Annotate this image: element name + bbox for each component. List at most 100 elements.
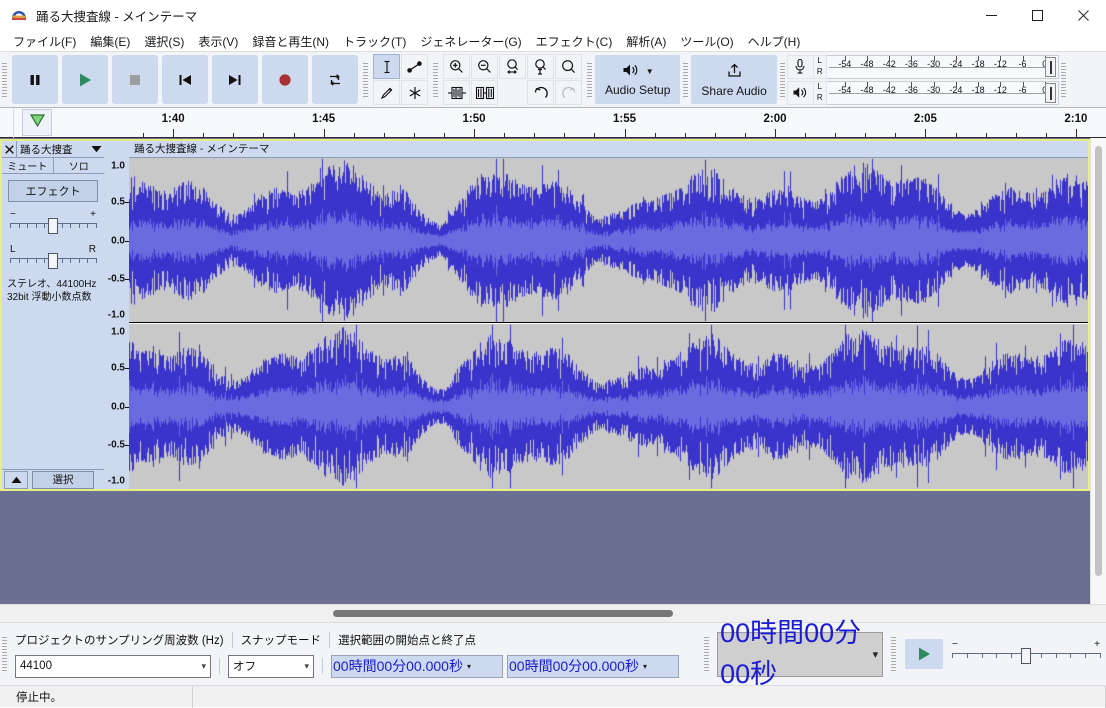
vertical-ruler[interactable]: 1.0 0.5 0.0 -0.5 -1.0 1.0 0.5 0.0 -0.5 -1.0 <box>104 141 129 489</box>
menu-view[interactable]: 表示(V) <box>191 32 245 51</box>
menu-bar: ファイル(F) 編集(E) 選択(S) 表示(V) 録音と再生(N) トラック(… <box>0 32 1106 51</box>
horizontal-scrollbar[interactable] <box>0 604 1106 622</box>
undo-button[interactable] <box>527 80 554 105</box>
selection-tool[interactable] <box>373 54 400 79</box>
menu-analyze[interactable]: 解析(A) <box>619 32 673 51</box>
trim-outside-selection-button[interactable] <box>443 80 470 105</box>
play-speed-toolbar-grip[interactable] <box>889 623 898 685</box>
pan-slider[interactable]: L R <box>10 244 97 272</box>
effects-button[interactable]: エフェクト <box>8 180 98 202</box>
collapse-up-icon[interactable] <box>4 470 28 489</box>
speaker-icon <box>622 62 641 81</box>
play-meter-channels: L R <box>813 80 827 105</box>
mute-button[interactable]: ミュート <box>2 158 54 173</box>
audio-position-display[interactable]: 00時間00分00秒 ▾ <box>717 618 883 689</box>
zoom-in-button[interactable] <box>443 54 470 79</box>
menu-tools[interactable]: ツール(O) <box>673 32 740 51</box>
meter-toolbar-grip[interactable] <box>777 52 787 107</box>
play-button[interactable] <box>61 54 109 105</box>
speaker-icon[interactable] <box>786 80 814 105</box>
share-audio-toolbar-grip[interactable] <box>681 52 691 107</box>
edit-toolbar-grip[interactable] <box>431 52 440 107</box>
menu-generate[interactable]: ジェネレーター(G) <box>413 32 528 51</box>
track-control-panel[interactable]: 踊る大捜査 ミュート ソロ エフェクト − + L R ステレオ、44100Hz… <box>2 140 104 489</box>
record-button[interactable] <box>261 54 309 105</box>
clip-title[interactable]: 踊る大捜査線 - メインテーマ <box>129 141 1088 158</box>
play-meter-bar[interactable]: -54-48-42-36-30-24-18-12-60 <box>826 80 1059 105</box>
fit-project-button[interactable] <box>527 54 554 79</box>
record-meter-thumb[interactable] <box>1044 56 1056 77</box>
tools-toolbar-grip[interactable] <box>361 52 370 107</box>
meter-toolbar-grip-end[interactable] <box>1058 52 1068 107</box>
maximize-button[interactable] <box>1014 0 1060 32</box>
menu-tracks[interactable]: トラック(T) <box>336 32 413 51</box>
play-speed-slider[interactable]: − + <box>952 639 1101 668</box>
waveform-channel-right[interactable] <box>129 324 1088 489</box>
menu-effect[interactable]: エフェクト(C) <box>529 32 620 51</box>
play-speed-slider-thumb[interactable] <box>1021 648 1031 664</box>
track-name-label[interactable]: 踊る大捜査 <box>17 142 88 157</box>
vertical-scrollbar[interactable] <box>1090 138 1106 604</box>
record-meter-bar[interactable]: -54-48-42-36-30-24-18-12-60 <box>826 54 1059 79</box>
audio-track[interactable]: 踊る大捜査 ミュート ソロ エフェクト − + L R ステレオ、44100Hz… <box>0 139 1090 491</box>
spinner-icon[interactable]: ▾ <box>640 656 650 677</box>
play-at-speed-button[interactable] <box>904 638 944 670</box>
project-rate-combobox[interactable]: 44100 ▾ <box>15 654 211 678</box>
zoom-out-button[interactable] <box>471 54 498 79</box>
horizontal-scrollbar-thumb[interactable] <box>333 610 673 617</box>
time-toolbar-grip[interactable] <box>702 623 712 685</box>
waveform-area[interactable]: 踊る大捜査線 - メインテーマ <box>129 141 1088 489</box>
pinned-play-head-button[interactable] <box>22 109 52 136</box>
play-meter[interactable]: L R -54-48-42-36-30-24-18-12-60 <box>786 80 1059 105</box>
selection-end-time[interactable]: 00時間00分00.000秒 ▾ <box>507 654 679 678</box>
chevron-down-icon[interactable] <box>88 145 104 153</box>
audio-setup-toolbar-grip[interactable] <box>585 52 594 107</box>
menu-help[interactable]: ヘルプ(H) <box>741 32 808 51</box>
share-audio-toolbar: Share Audio <box>690 52 778 107</box>
record-meter[interactable]: L R -54-48-42-36-30-24-18-12-60 <box>786 54 1059 79</box>
stop-button[interactable] <box>111 54 159 105</box>
share-audio-button[interactable]: Share Audio <box>690 54 778 105</box>
vertical-ruler-channel-2: 1.0 0.5 0.0 -0.5 -1.0 <box>104 324 129 498</box>
menu-transport[interactable]: 録音と再生(N) <box>245 32 336 51</box>
snap-mode-combobox[interactable]: オフ ▾ <box>228 654 314 678</box>
play-meter-thumb[interactable] <box>1044 82 1056 103</box>
selection-toolbar-grip[interactable] <box>0 623 9 685</box>
transport-toolbar-grip[interactable] <box>0 52 9 107</box>
pause-button[interactable] <box>11 54 59 105</box>
close-icon[interactable] <box>2 140 17 158</box>
pan-slider-thumb[interactable] <box>48 253 58 269</box>
vertical-scrollbar-thumb[interactable] <box>1095 146 1102 576</box>
waveform-channel-left[interactable] <box>129 158 1088 323</box>
fit-selection-button[interactable] <box>499 54 526 79</box>
gain-slider-thumb[interactable] <box>48 218 58 234</box>
silence-selection-button[interactable] <box>471 80 498 105</box>
status-extra <box>193 685 1106 708</box>
timeline-ticks[interactable]: 1:40 1:45 1:50 1:55 2:00 2:05 2:10 <box>128 108 1106 138</box>
project-rate-value: 44100 <box>20 660 52 672</box>
loop-button[interactable] <box>311 54 359 105</box>
spinner-icon[interactable]: ▾ <box>464 656 474 677</box>
skip-to-start-button[interactable] <box>161 54 209 105</box>
envelope-tool[interactable] <box>401 54 428 79</box>
gain-slider[interactable]: − + <box>10 209 97 237</box>
close-button[interactable] <box>1060 0 1106 32</box>
redo-button[interactable] <box>555 80 582 105</box>
menu-edit[interactable]: 編集(E) <box>83 32 137 51</box>
spinner-icon[interactable]: ▾ <box>871 648 880 661</box>
audio-setup-button[interactable]: ▼ Audio Setup <box>594 54 682 105</box>
solo-button[interactable]: ソロ <box>53 158 104 173</box>
microphone-icon[interactable] <box>786 54 814 79</box>
multi-tool[interactable] <box>401 80 428 105</box>
selection-start-time[interactable]: 00時間00分00.000秒 ▾ <box>331 654 503 678</box>
skip-to-end-button[interactable] <box>211 54 259 105</box>
share-audio-label: Share Audio <box>701 83 767 98</box>
select-button[interactable]: 選択 <box>32 470 94 489</box>
menu-select[interactable]: 選択(S) <box>137 32 191 51</box>
menu-file[interactable]: ファイル(F) <box>6 32 83 51</box>
timeline-ruler[interactable]: 1:40 1:45 1:50 1:55 2:00 2:05 2:10 <box>0 108 1106 138</box>
draw-tool[interactable] <box>373 80 400 105</box>
zoom-toggle-button[interactable] <box>555 54 582 79</box>
track-area[interactable]: 踊る大捜査 ミュート ソロ エフェクト − + L R ステレオ、44100Hz… <box>0 138 1090 604</box>
minimize-button[interactable] <box>968 0 1014 32</box>
